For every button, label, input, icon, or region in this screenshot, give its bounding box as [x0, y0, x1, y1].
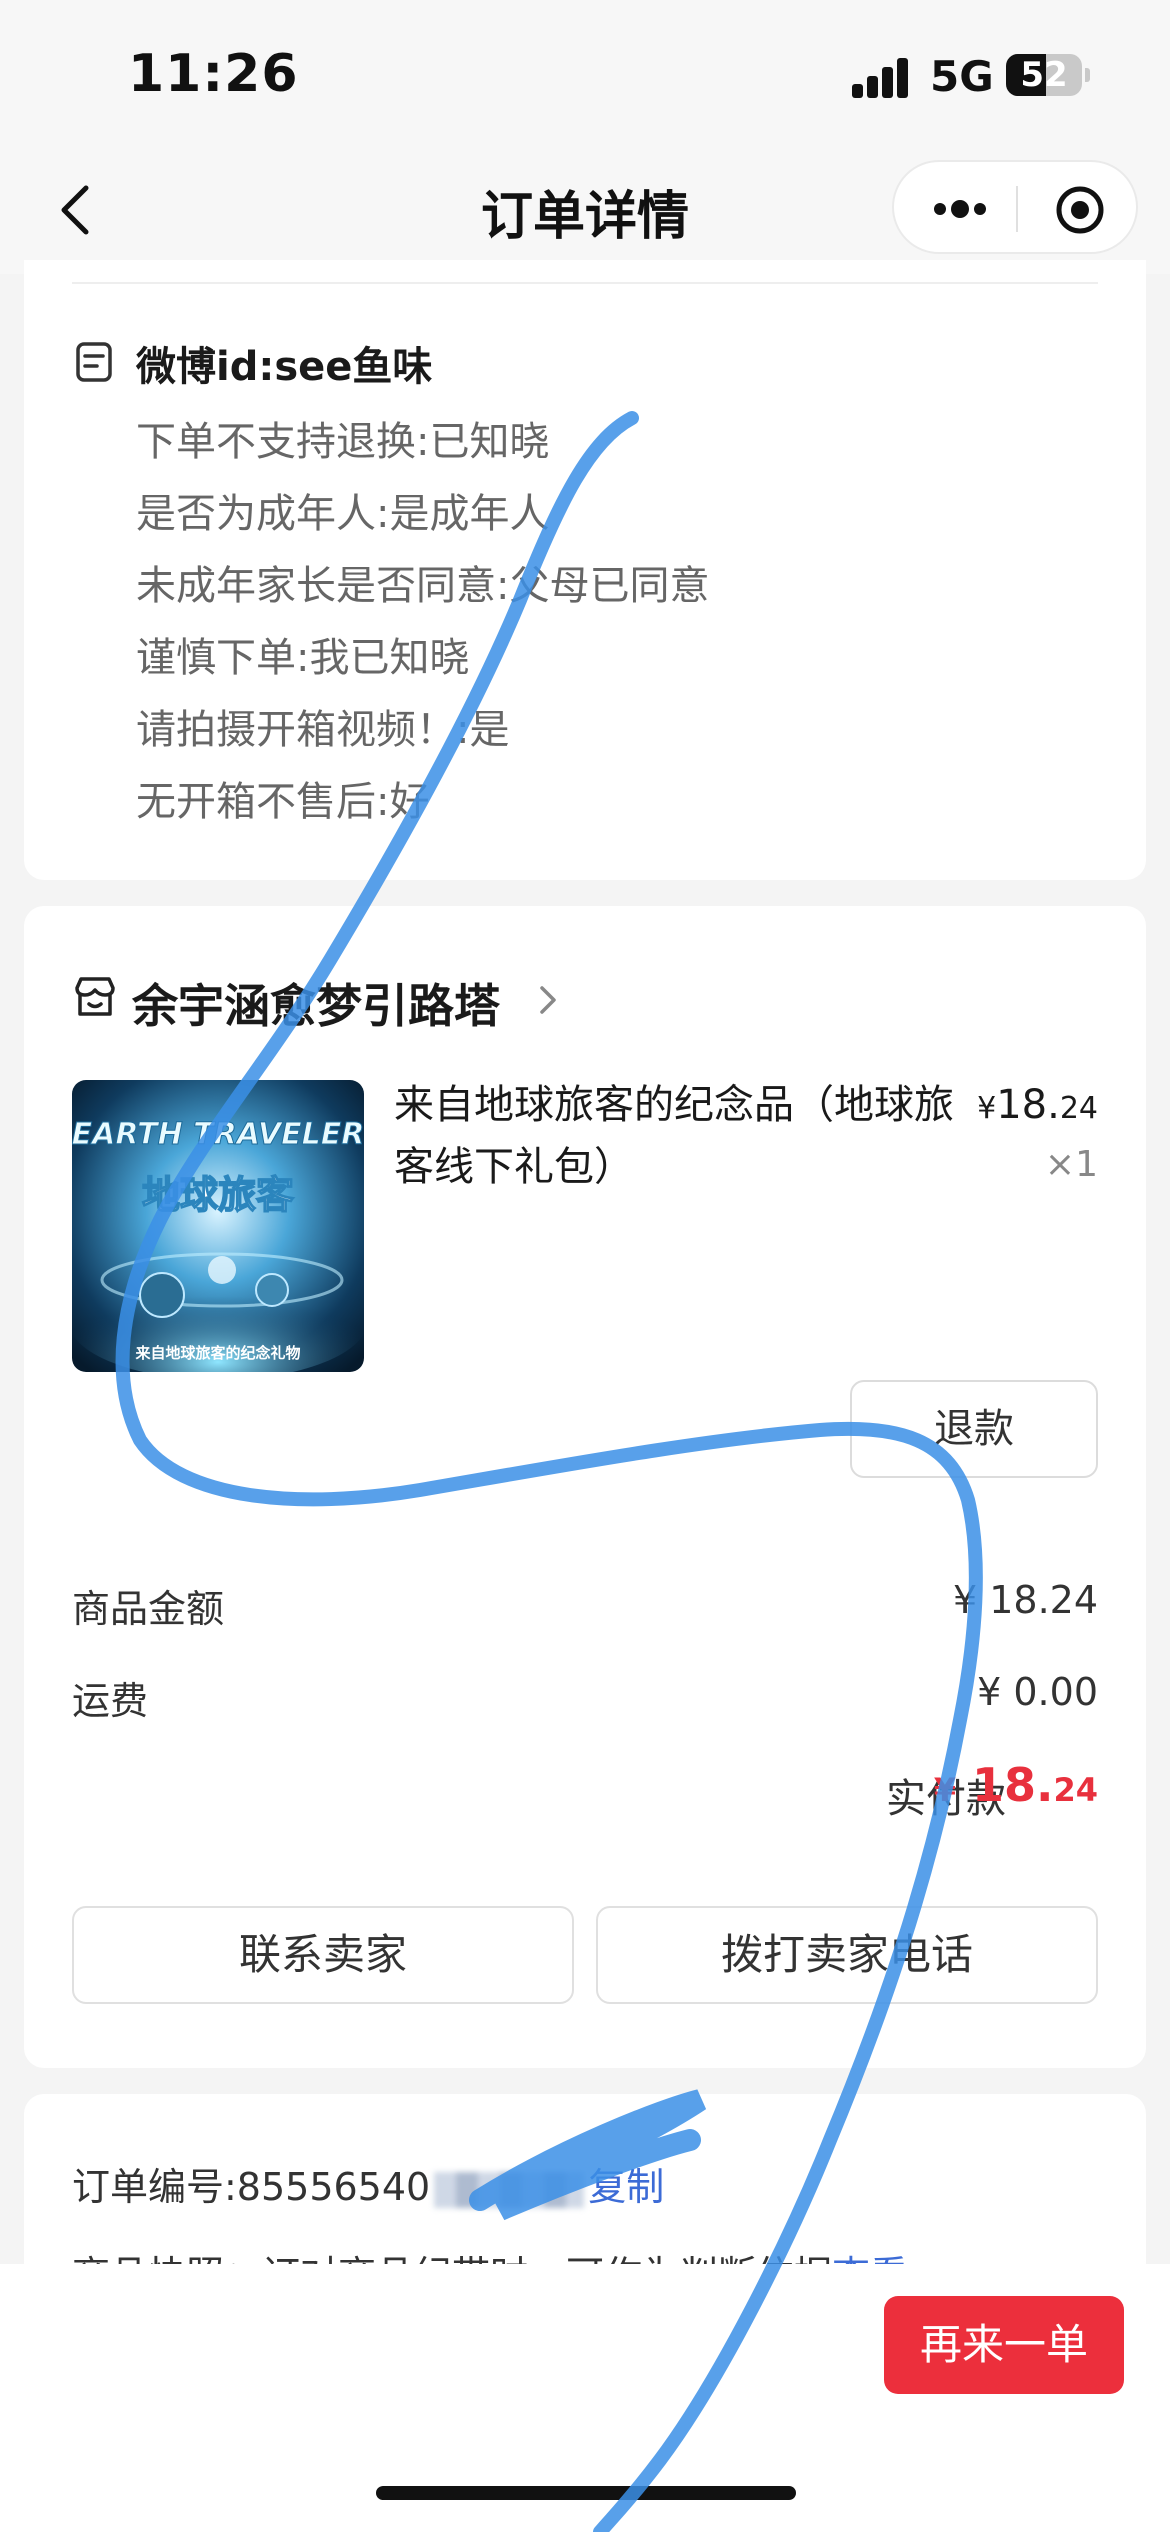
price-integer: 18. [996, 1082, 1060, 1128]
shipping-label: 运费 [72, 1679, 149, 1723]
product-image-caption: 来自地球旅客的纪念礼物 [134, 1344, 300, 1362]
divider [72, 282, 1098, 284]
remark-title: 微博id:see鱼味 [136, 344, 433, 390]
paid-amount: ¥ 18.24 [934, 1758, 1098, 1812]
remark-line: 未成年家长是否同意:父母已同意 [136, 563, 710, 609]
battery-tip [1085, 68, 1090, 82]
order-number-text: 订单编号:85556540 [72, 2165, 431, 2209]
order-detail-page: 11:26 5G 52 订单详情 微博id:see鱼味 下单不支持退换:已知晓 … [0, 0, 1170, 2532]
paid-symbol: ¥ [933, 1771, 956, 1809]
goods-amount-label: 商品金额 [72, 1587, 225, 1631]
refund-button[interactable]: 退款 [850, 1380, 1098, 1478]
product-image[interactable]: EARTH TRAVELER 地球旅客 来自地球旅客的纪念礼物 [72, 1080, 364, 1372]
shop-name[interactable]: 余宇涵愈梦引路塔 [132, 970, 500, 1036]
shipping-value: ¥ 0.00 [977, 1670, 1098, 1714]
remark-line: 是否为成年人:是成年人 [136, 491, 550, 537]
more-dots-icon[interactable] [932, 198, 988, 220]
store-icon [75, 977, 115, 1016]
chevron-right-icon[interactable] [536, 982, 560, 1018]
nav-bar: 订单详情 [0, 150, 1170, 274]
copy-link[interactable]: 复制 [588, 2165, 664, 2209]
target-circle-icon[interactable] [1054, 184, 1106, 236]
reorder-button[interactable]: 再来一单 [884, 2296, 1124, 2394]
price-decimal: 24 [1059, 1091, 1098, 1126]
paid-integer: 18. [971, 1758, 1054, 1812]
battery-icon: 52 [1006, 54, 1082, 96]
remark-line: 请拍摄开箱视频！:是 [136, 707, 510, 753]
price-symbol: ¥ [977, 1091, 997, 1126]
product-title[interactable]: 来自地球旅客的纪念品（地球旅客线下礼包） [394, 1074, 954, 1198]
battery-level: 52 [1020, 55, 1068, 95]
mini-program-capsule [892, 160, 1138, 254]
product-image-title-en: EARTH TRAVELER [72, 1117, 364, 1152]
note-icon [76, 342, 112, 382]
call-seller-button[interactable]: 拨打卖家电话 [596, 1906, 1098, 2004]
redacted-block [434, 2171, 585, 2208]
paid-amount-text: ¥ 18.24 [934, 1758, 1098, 1812]
order-number: 订单编号:85556540 复制 [72, 2156, 664, 2211]
paid-decimal: 24 [1053, 1771, 1098, 1809]
product-image-title-cn: 地球旅客 [142, 1173, 294, 1217]
product-image-art: EARTH TRAVELER 地球旅客 来自地球旅客的纪念礼物 [72, 1080, 364, 1372]
remark-list: 下单不支持退换:已知晓 是否为成年人:是成年人 未成年家长是否同意:父母已同意 … [136, 406, 709, 838]
remarks-card: 微博id:see鱼味 下单不支持退换:已知晓 是否为成年人:是成年人 未成年家长… [24, 260, 1146, 880]
remark-line: 谨慎下单:我已知晓 [136, 635, 470, 681]
capsule-divider [1016, 186, 1018, 232]
contact-seller-button[interactable]: 联系卖家 [72, 1906, 574, 2004]
network-label: 5G [930, 52, 994, 101]
product-price: ¥18.24 [977, 1082, 1098, 1128]
goods-amount-value: ¥ 18.24 [952, 1578, 1098, 1622]
status-bar: 11:26 5G 52 [0, 0, 1170, 150]
product-quantity: ×1 [1044, 1144, 1098, 1185]
bottom-action-bar: 再来一单 [0, 2264, 1170, 2532]
remark-line: 下单不支持退换:已知晓 [136, 419, 550, 465]
status-time: 11:26 [128, 44, 299, 104]
home-indicator [376, 2486, 796, 2500]
signal-icon [852, 56, 912, 98]
order-card: 余宇涵愈梦引路塔 EARTH TRAVELER 地球旅客 来自地球旅客的纪念礼物… [24, 906, 1146, 2068]
remark-line: 无开箱不售后:好 [136, 779, 430, 825]
